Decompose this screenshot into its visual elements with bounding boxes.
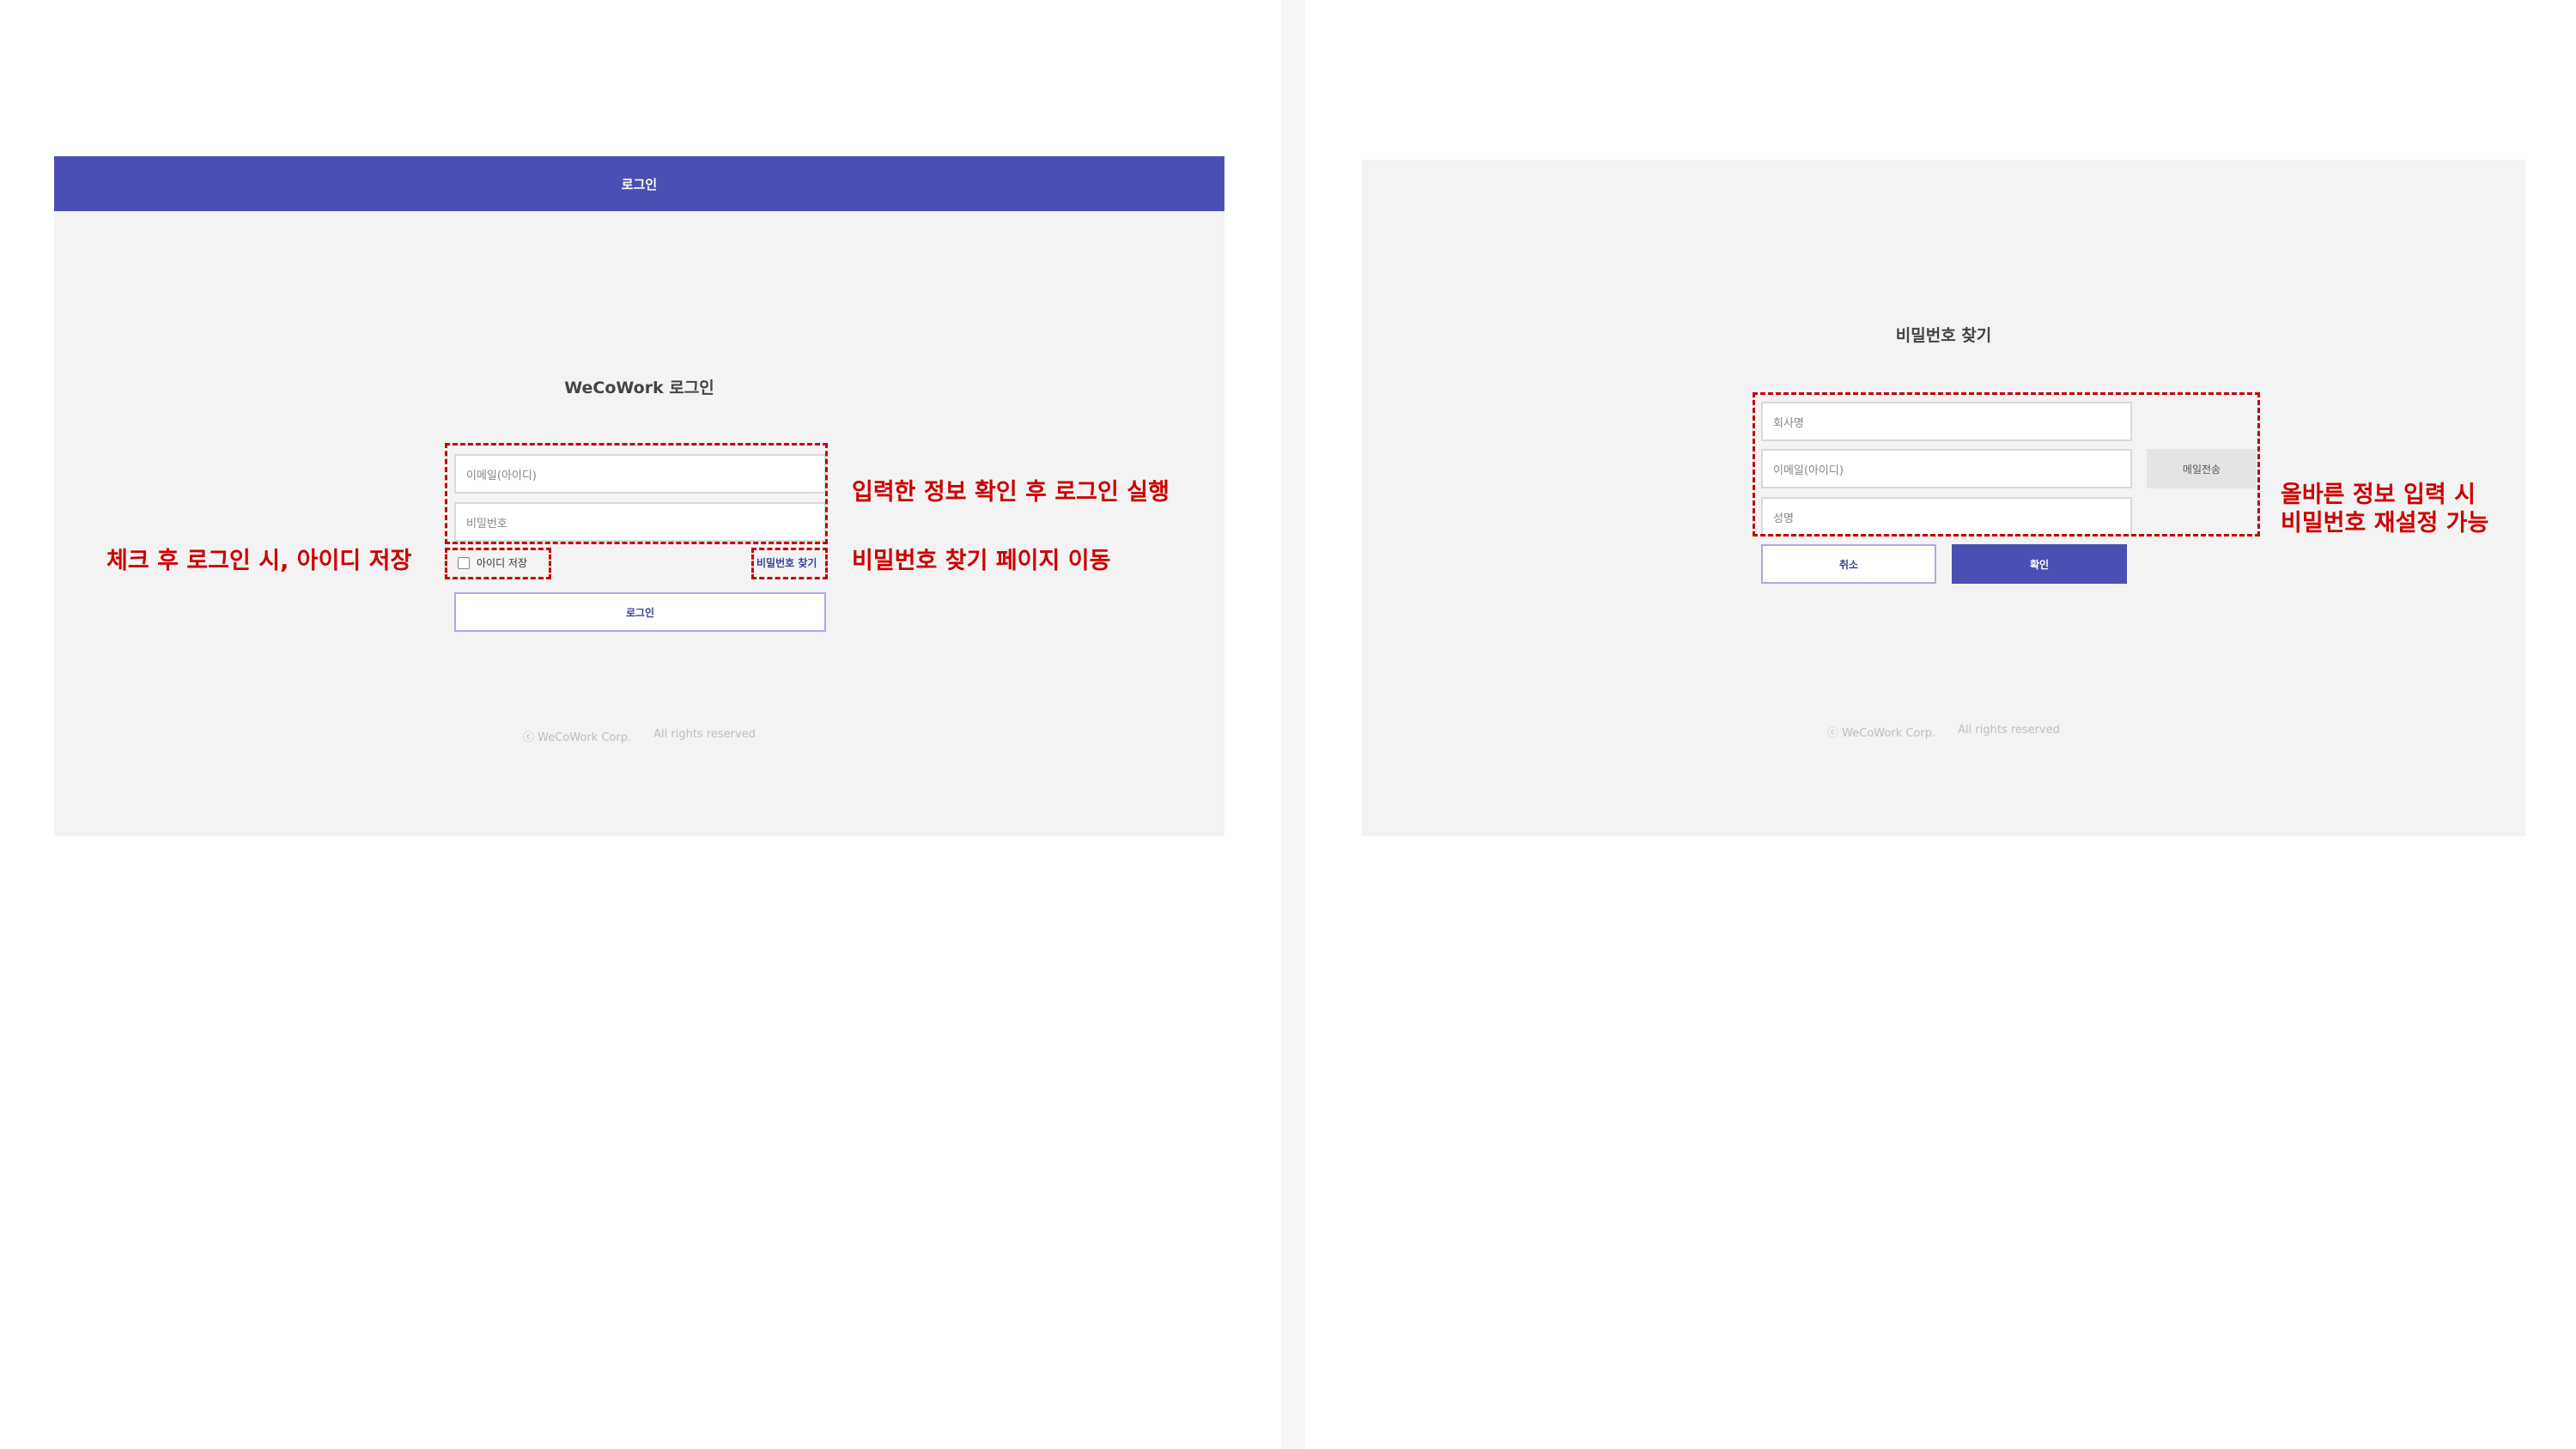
confirm-button[interactable]: 확인 [1952, 544, 2127, 584]
find-fields-highlight [1753, 392, 2260, 537]
login-footer-rights: All rights reserved [653, 728, 756, 741]
annotation-remember-id: 체크 후 로그인 시, 아이디 저장 [106, 548, 412, 574]
annotation-find-page: 비밀번호 찾기 페이지 이동 [852, 548, 1111, 574]
login-header: 로그인 [54, 156, 1224, 211]
find-password-title: 비밀번호 찾기 [1895, 326, 1992, 345]
cancel-button-label: 취소 [1838, 558, 1859, 571]
login-header-title: 로그인 [621, 176, 658, 192]
find-password-footer: ⓒ WeCoWork Corp. All rights reserved [1362, 724, 2525, 740]
annotation-login-info: 입력한 정보 확인 후 로그인 실행 [852, 479, 1170, 506]
annotation-reset-line1: 올바른 정보 입력 시 [2281, 482, 2476, 508]
find-footer-rights: All rights reserved [1958, 724, 2060, 737]
remember-id-highlight [445, 548, 551, 579]
find-footer-company: ⓒ WeCoWork Corp. [1827, 727, 1936, 740]
login-button[interactable]: 로그인 [454, 592, 826, 632]
annotation-reset-line2: 비밀번호 재설정 가능 [2281, 510, 2489, 537]
login-footer: ⓒ WeCoWork Corp. All rights reserved [54, 728, 1224, 744]
login-button-label: 로그인 [625, 606, 655, 619]
cancel-button[interactable]: 취소 [1761, 544, 1936, 584]
divider-strip [1281, 0, 1305, 1449]
login-footer-company: ⓒ WeCoWork Corp. [523, 731, 632, 744]
find-link-highlight [751, 548, 828, 579]
login-fields-highlight [445, 443, 828, 544]
login-page-title: WeCoWork 로그인 [564, 379, 714, 397]
confirm-button-label: 확인 [2029, 558, 2050, 571]
